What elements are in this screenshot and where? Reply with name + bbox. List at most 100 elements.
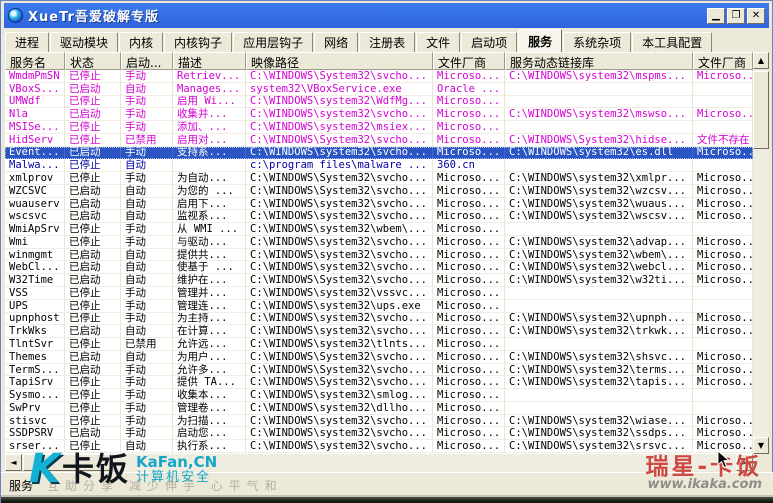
cell-image-path: system32\VBoxService.exe (246, 82, 433, 96)
service-row[interactable]: TapiSrv 已停止 手动 提供 TA... C:\WINDOWS\System32\… (5, 376, 753, 390)
cell-description: 使基于 ... (173, 261, 246, 275)
service-row[interactable]: UMWdf 已停止 手动 启用 Wi... C:\WINDOWS\system32\Wd… (5, 95, 753, 109)
service-row[interactable]: WZCSVC 已启动 自动 为您的 ... C:\WINDOWS\System32\sv… (5, 184, 753, 198)
cell-file-vendor: Microso... (433, 427, 505, 441)
tab-应用层钩子[interactable]: 应用层钩子 (233, 32, 314, 52)
cell-file-vendor: Microso... (433, 261, 505, 275)
column-header-2[interactable]: 状态 (65, 52, 121, 70)
cell-image-path: C:\WINDOWS\system32\svcho... (246, 312, 433, 326)
cell-service-dll: C:\WINDOWS\system32\mspms... (505, 70, 693, 83)
service-row[interactable]: WmdmPmSN 已停止 手动 Retriev... C:\WINDOWS\System… (5, 70, 753, 83)
cell-image-path: C:\WINDOWS\system32\wbem\... (246, 223, 433, 236)
column-header-4[interactable]: 描述 (173, 52, 246, 70)
tab-内核钩子[interactable]: 内核钩子 (164, 32, 233, 52)
column-header-6[interactable]: 文件厂商 (433, 52, 505, 70)
service-row[interactable]: Malwa... 已停止 自动 c:\program files\malware ..… (5, 159, 753, 173)
tab-网络[interactable]: 网络 (314, 32, 359, 52)
tab-本工具配置[interactable]: 本工具配置 (632, 32, 713, 52)
maximize-button[interactable]: ❐ (727, 7, 745, 24)
service-row[interactable]: Themes 已启动 自动 为用户... C:\WINDOWS\System32\svc… (5, 350, 753, 364)
cell-start-type: 手动 (121, 414, 173, 428)
cell-image-path: C:\WINDOWS\system32\svcho... (246, 146, 433, 160)
cell-status: 已停止 (65, 95, 121, 109)
service-row[interactable]: SwPrv 已停止 手动 管理卷... C:\WINDOWS\system32\dllh… (5, 401, 753, 415)
cell-start-type: 手动 (121, 95, 173, 109)
cell-start-type: 手动 (121, 376, 173, 390)
service-row[interactable]: WmiApSrv 已停止 手动从 WMI ... C:\WINDOWS\system3… (5, 223, 753, 236)
cell-status: 已启动 (65, 325, 121, 339)
minimize-button[interactable]: ▁ (707, 7, 725, 24)
service-row[interactable]: wuauserv 已启动 自动 启用下... C:\WINDOWS\system32\s… (5, 197, 753, 211)
service-row[interactable]: Nla 已启动 手动 收集并... C:\WINDOWS\system32\svcho.… (5, 108, 753, 122)
service-row[interactable]: TlntSvr 已停止 已禁用 允许远... C:\WINDOWS\system32\t… (5, 338, 753, 351)
horizontal-scroll-thumb[interactable] (23, 454, 111, 471)
service-row[interactable]: Wmi 已停止 手动 与驱动... C:\WINDOWS\system32\svcho.… (5, 235, 753, 249)
service-row[interactable]: wscsvc 已启动 自动 监视系... C:\WINDOWS\system32\svc… (5, 210, 753, 224)
cell-start-type: 手动 (121, 108, 173, 122)
service-row[interactable]: Sysmo... 已停止 手动 收集本... C:\WINDOWS\system32\s… (5, 389, 753, 402)
cell-service-dll (505, 82, 693, 96)
cell-file-vendor: Microso... (433, 287, 505, 300)
cell-file-vendor: Microso... (433, 274, 505, 288)
tab-文件[interactable]: 文件 (416, 32, 461, 52)
cell-status: 已启动 (65, 274, 121, 288)
cell-service-name: upnphost (5, 312, 65, 326)
service-row[interactable]: srser... 已停止 自动 执行系... C:\WINDOWS\system32\s… (5, 440, 753, 453)
cell-status: 已启动 (65, 261, 121, 275)
column-header-8[interactable]: 文件厂商 (693, 52, 753, 70)
tab-驱动模块[interactable]: 驱动模块 (50, 32, 119, 52)
cell-file-vendor: Microso... (433, 172, 505, 185)
scroll-down-icon[interactable]: ▼ (753, 437, 769, 454)
tab-系统杂项[interactable]: 系统杂项 (563, 32, 632, 52)
service-row[interactable]: TermS... 已启动 手动 允许多... C:\WINDOWS\System32\s… (5, 363, 753, 377)
service-row[interactable]: W32Time 已启动 自动 维护在... C:\WINDOWS\System32\sv… (5, 274, 753, 288)
cell-image-path: c:\program files\malware ... (246, 159, 433, 173)
cell-dll-vendor: Microso... (693, 350, 753, 364)
bottom-edge (1, 497, 773, 503)
column-header-1[interactable]: 服务名 (5, 52, 65, 70)
scroll-left-icon[interactable]: ◄ (5, 454, 22, 471)
close-button[interactable]: ✕ (747, 7, 765, 24)
tab-注册表[interactable]: 注册表 (359, 32, 416, 52)
cell-start-type: 自动 (121, 184, 173, 198)
service-row[interactable]: VSS 已停止 手动 管理并... C:\WINDOWS\system32\vssvc.… (5, 287, 753, 300)
vertical-scroll-thumb[interactable] (753, 71, 769, 149)
service-row[interactable]: SSDPSRV 已启动 手动 启动您... C:\WINDOWS\system32\sv… (5, 427, 753, 441)
scroll-right-icon[interactable]: ► (736, 454, 753, 471)
cell-service-dll: C:\WINDOWS\system32\ssdps... (505, 427, 693, 441)
service-row[interactable]: upnphost 已停止 手动 为主持... C:\WINDOWS\system32\s… (5, 312, 753, 326)
service-row[interactable]: UPS 已停止 手动 管理连... C:\WINDOWS\system32\ups.ex… (5, 299, 753, 313)
app-icon (8, 8, 23, 23)
tab-服务[interactable]: 服务 (518, 29, 563, 52)
horizontal-scrollbar[interactable]: ◄ ► (5, 454, 753, 471)
cell-description: 添加、... (173, 121, 246, 134)
service-row[interactable]: winmgmt 已启动 自动 提供共... C:\WINDOWS\system32\sv… (5, 248, 753, 262)
cell-service-dll: C:\WINDOWS\system32\tapis... (505, 376, 693, 390)
cell-service-dll: C:\WINDOWS\system32\mswso... (505, 108, 693, 122)
cell-status: 已停止 (65, 133, 121, 147)
cell-status: 已启动 (65, 197, 121, 211)
cell-service-name: WZCSVC (5, 184, 65, 198)
scroll-up-icon[interactable]: ▲ (753, 52, 769, 69)
service-row[interactable]: stisvc 已停止 手动 为扫描... C:\WINDOWS\system32\svc… (5, 414, 753, 428)
cell-description: 为主持... (173, 312, 246, 326)
cell-service-dll (505, 121, 693, 134)
service-row[interactable]: MSISe... 已停止 手动 添加、... C:\WINDOWS\system32\m… (5, 121, 753, 134)
service-row[interactable]: WebCl... 已启动 自动 使基于 ... C:\WINDOWS\system32\… (5, 261, 753, 275)
tab-进程[interactable]: 进程 (5, 32, 50, 52)
service-row[interactable]: TrkWks 已启动 自动 在计算... C:\WINDOWS\system32\svc… (5, 325, 753, 339)
tab-启动项[interactable]: 启动项 (461, 32, 518, 52)
vertical-scrollbar[interactable]: ▲ ▼ (753, 52, 769, 454)
cell-dll-vendor: Microso... (693, 325, 753, 339)
column-header-3[interactable]: 启动... (121, 52, 173, 70)
column-header-5[interactable]: 映像路径 (246, 52, 433, 70)
service-row[interactable]: VBoxS... 已启动 自动 Manages... system32\VBoxServ… (5, 82, 753, 96)
service-row[interactable]: xmlprov 已停止 手动 为自动... C:\WINDOWS\System32\sv… (5, 172, 753, 185)
tab-内核[interactable]: 内核 (119, 32, 164, 52)
column-header-7[interactable]: 服务动态链接库 (505, 52, 693, 70)
cell-service-name: HidServ (5, 133, 65, 147)
service-row[interactable]: HidServ 已停止 已禁用 启用对... C:\WINDOWS\System32\s… (5, 133, 753, 147)
cell-description: 为您的 ... (173, 184, 246, 198)
service-row[interactable]: Event... 已启动 手动 支持系... C:\WINDOWS\system32\s… (5, 146, 753, 160)
cell-service-name: TermS... (5, 363, 65, 377)
